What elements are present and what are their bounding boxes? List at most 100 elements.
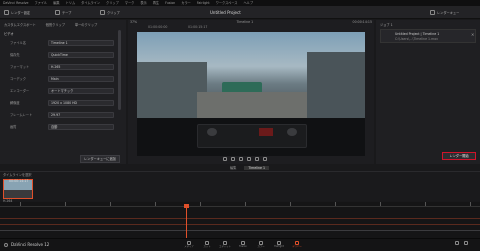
render-job-item[interactable]: Untitled Project | Timeline 1 C:\Users\.… xyxy=(380,29,476,43)
thumbnail-timecode: 00:00:14:17 xyxy=(9,179,29,183)
page-button[interactable]: Fairlight xyxy=(274,241,284,249)
setting-label: フレームレート xyxy=(10,113,33,117)
render-queue-button[interactable]: レンダーキュー xyxy=(430,9,459,16)
section-title-video: ビデオ xyxy=(4,32,14,36)
go-to-start-icon[interactable] xyxy=(223,157,227,161)
menu-item-help[interactable]: ヘルプ xyxy=(243,1,253,5)
setting-field[interactable]: 1920 x 1080 HD xyxy=(48,100,114,106)
page-button[interactable]: カット xyxy=(202,241,212,249)
render-queue-title: ジョブ 1 xyxy=(380,23,393,27)
menu-item-fusion[interactable]: Fusion xyxy=(165,1,175,5)
close-icon[interactable]: ✕ xyxy=(471,32,474,37)
page-label: カット xyxy=(203,245,211,248)
loop-icon[interactable] xyxy=(263,157,267,161)
setting-label: 画質 xyxy=(10,125,17,129)
menu-item-color[interactable]: カラー xyxy=(181,1,191,5)
play-icon[interactable] xyxy=(247,157,251,161)
ruler-tick xyxy=(425,202,426,206)
ruler-tick xyxy=(245,202,246,206)
ruler-tick xyxy=(110,202,111,206)
video-frame xyxy=(137,32,365,156)
clip-label: クリップ xyxy=(107,10,120,15)
tape-label: テープ xyxy=(62,10,72,15)
playhead[interactable] xyxy=(186,205,187,238)
tape-button[interactable]: テープ xyxy=(55,9,71,16)
menu-item-playback[interactable]: 再生 xyxy=(153,1,159,5)
playhead-handle[interactable] xyxy=(184,204,189,208)
setting-field[interactable]: 29.97 xyxy=(48,112,114,118)
viewer-panel: 37% Timeline 1 00:00:14:15 01:00:00:00 0… xyxy=(128,20,374,164)
setting-field[interactable]: QuickTime xyxy=(48,52,114,58)
render-queue-panel: ジョブ 1 Untitled Project | Timeline 1 C:\U… xyxy=(376,20,480,164)
setting-label: フォーマット xyxy=(10,65,30,69)
tab-timeline[interactable]: Timeline 1 xyxy=(244,166,269,170)
play-reverse-icon[interactable] xyxy=(231,157,235,161)
go-to-end-icon[interactable] xyxy=(255,157,259,161)
setting-field[interactable]: Timeline 1 xyxy=(48,40,114,46)
menu-item-workspace[interactable]: ワークスペース xyxy=(216,1,238,5)
page-label: エディット xyxy=(219,245,231,248)
viewer-timecode-mid: 01:00:15:17 xyxy=(188,25,208,29)
menu-item-mark[interactable]: マーク xyxy=(125,1,135,5)
tab-edit[interactable]: 編集 xyxy=(230,166,236,170)
render-settings-panel: カスタムエクスポート 個別クリップ 単一のクリップ ビデオ ファイル名 Timel… xyxy=(0,20,126,164)
transport-controls xyxy=(223,157,267,161)
tab-single-clip[interactable]: 単一のクリップ xyxy=(75,23,97,27)
menu-item-fairlight[interactable]: Fairlight xyxy=(197,1,210,5)
settings-icon[interactable] xyxy=(464,241,468,245)
page-label: メディア xyxy=(184,245,194,248)
page-label: カラー xyxy=(257,245,265,248)
page-label: デリバー xyxy=(292,245,302,248)
page-button[interactable]: カラー xyxy=(256,241,266,249)
ruler-tick xyxy=(200,202,201,206)
menu-item-clip[interactable]: クリップ xyxy=(106,1,119,5)
settings-scrollbar[interactable] xyxy=(118,30,121,110)
menu-item-edit[interactable]: 編集 xyxy=(53,1,59,5)
page-button[interactable]: デリバー xyxy=(292,241,302,249)
setting-field[interactable]: H.265 xyxy=(48,64,114,70)
page-button[interactable]: メディア xyxy=(184,241,194,249)
setting-field[interactable]: 自動 xyxy=(48,124,114,130)
setting-label: 解像度 xyxy=(10,101,20,105)
menu-item-timeline[interactable]: タイムライン xyxy=(81,1,100,5)
ruler-tick xyxy=(20,202,21,206)
page-label: Fairlight xyxy=(274,245,284,248)
app-name: DaVinci Resolve 12 xyxy=(11,242,50,247)
page-button[interactable]: エディット xyxy=(219,241,231,249)
clip-strip-label: タイムラインを選択 xyxy=(3,173,32,177)
clip-strip: タイムラインを選択 00:00:14:17 H.264 xyxy=(0,171,480,203)
menu-item-app[interactable]: DaVinci Resolve xyxy=(3,1,28,5)
start-render-button[interactable]: レンダー開始 xyxy=(442,152,476,160)
ruler-tick xyxy=(290,202,291,206)
add-to-render-queue-button[interactable]: レンダーキューに追加 xyxy=(80,155,120,163)
timeline-area xyxy=(0,202,480,238)
render-job-name: Untitled Project | Timeline 1 xyxy=(395,32,440,36)
clip-button[interactable]: クリップ xyxy=(100,9,120,16)
menu-item-file[interactable]: ファイル xyxy=(34,1,47,5)
home-icon[interactable] xyxy=(455,241,459,245)
ruler-tick xyxy=(155,202,156,206)
tab-custom-export[interactable]: カスタムエクスポート xyxy=(4,23,36,27)
toolbar: レンダー設定 テープ クリップ Untitled Project レンダーキュー xyxy=(0,6,480,19)
viewer-zoom[interactable]: 37% xyxy=(130,20,137,25)
tape-icon xyxy=(55,10,60,15)
tab-individual-clips[interactable]: 個別クリップ xyxy=(46,23,65,27)
render-settings-icon xyxy=(4,10,9,15)
clip-icon xyxy=(100,10,105,15)
menu-item-view[interactable]: 表示 xyxy=(140,1,146,5)
menu-item-trim[interactable]: トリム xyxy=(66,1,76,5)
setting-label: ファイル名 xyxy=(10,41,26,45)
project-title: Untitled Project xyxy=(210,10,241,15)
viewer-timecode-left: 01:00:00:00 xyxy=(148,25,168,29)
viewer-timeline-name[interactable]: Timeline 1 xyxy=(237,20,254,25)
ruler-tick xyxy=(65,202,66,206)
setting-label: 保存先 xyxy=(10,53,20,57)
render-settings-button[interactable]: レンダー設定 xyxy=(4,9,30,16)
setting-field[interactable]: オートマチック xyxy=(48,88,114,94)
ruler-tick xyxy=(470,202,471,206)
page-button[interactable]: Fusion xyxy=(238,241,248,249)
render-queue-icon xyxy=(430,10,435,15)
setting-field[interactable]: Main xyxy=(48,76,114,82)
stop-icon[interactable] xyxy=(239,157,243,161)
render-queue-label: レンダーキュー xyxy=(437,10,460,15)
